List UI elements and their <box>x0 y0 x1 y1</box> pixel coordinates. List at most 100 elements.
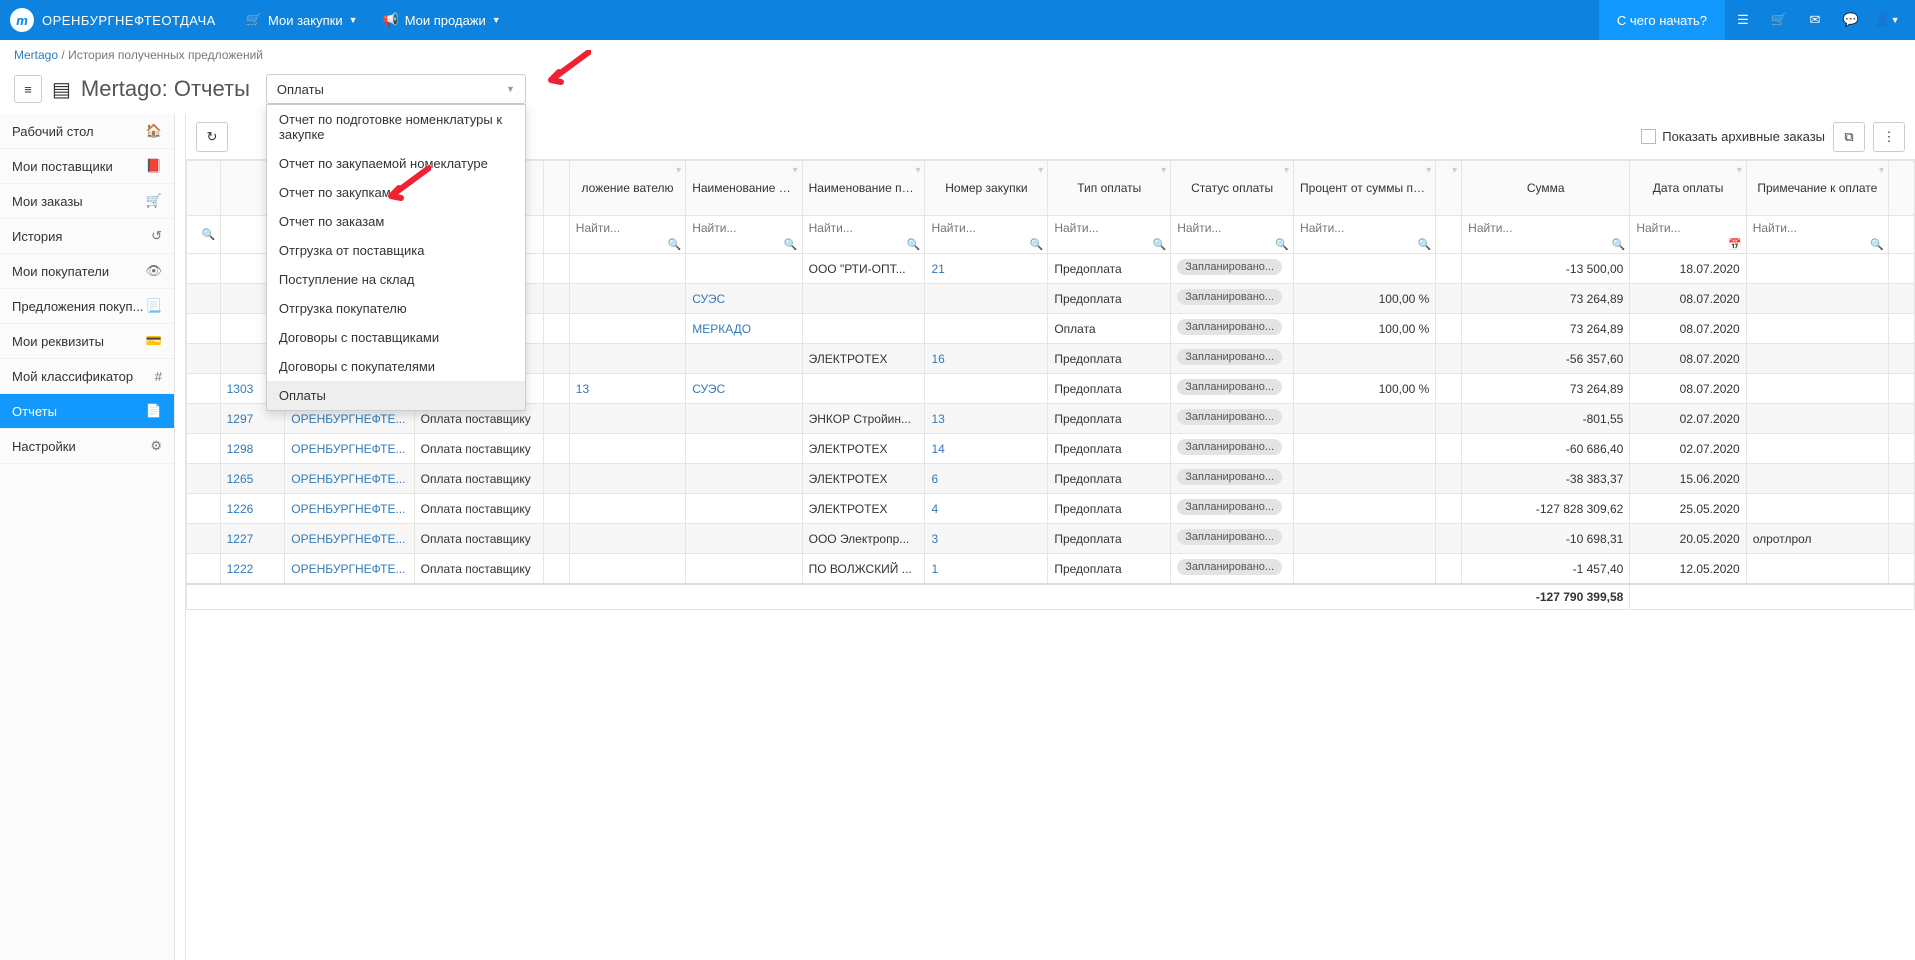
dropdown-item[interactable]: Отгрузка покупателю <box>267 294 525 323</box>
search-ptype[interactable] <box>1052 218 1166 238</box>
cell-link[interactable]: МЕРКАДО <box>692 322 751 336</box>
breadcrumb-home[interactable]: Mertago <box>14 48 58 62</box>
sidebar-item[interactable]: Настройки⚙ <box>0 429 174 464</box>
col-date[interactable]: Дата оплаты▾ <box>1630 161 1746 216</box>
col-buyername[interactable]: Наименование покупателя▾ <box>686 161 802 216</box>
dropdown-item[interactable]: Поступление на склад <box>267 265 525 294</box>
search-buyername[interactable] <box>690 218 797 238</box>
hamburger-button[interactable]: ≡ <box>14 75 42 103</box>
col-sum[interactable]: Сумма <box>1462 161 1630 216</box>
col-end[interactable] <box>1888 161 1914 216</box>
dropdown-item[interactable]: Отгрузка от поставщика <box>267 236 525 265</box>
cell-link[interactable]: ОРЕНБУРГНЕФТЕ... <box>291 502 405 516</box>
search-icon[interactable]: 🔍 <box>1275 238 1289 251</box>
search-status[interactable] <box>1175 218 1289 238</box>
cell-link[interactable]: 1 <box>931 562 938 576</box>
search-percent[interactable] <box>1298 218 1431 238</box>
search-sum[interactable] <box>1466 218 1625 238</box>
search-icon[interactable]: 🔍 <box>1870 238 1884 251</box>
sidebar-item[interactable]: Мои заказы🛒 <box>0 184 174 219</box>
sidebar-item[interactable]: Мои покупатели👁 <box>0 254 174 289</box>
search-icon[interactable]: 🔍 <box>1030 238 1044 251</box>
dropdown-item[interactable]: Отчет по закупкам <box>267 178 525 207</box>
dropdown-item[interactable]: Договоры с покупателями <box>267 352 525 381</box>
cell-link[interactable]: 1227 <box>227 532 254 546</box>
cart-icon[interactable]: 🛒 <box>1761 0 1797 40</box>
nav-sales[interactable]: 📢 Мои продажи ▼ <box>383 12 501 28</box>
search-icon[interactable]: 🔍 <box>784 238 798 251</box>
col-filter[interactable]: ▾ <box>1436 161 1462 216</box>
columns-button[interactable]: ⧉ <box>1833 122 1865 152</box>
calendar-icon[interactable]: 📅 <box>1728 238 1742 251</box>
dropdown-item[interactable]: Отчет по заказам <box>267 207 525 236</box>
list-icon[interactable]: ☰ <box>1725 0 1761 40</box>
cell-link[interactable]: ОРЕНБУРГНЕФТЕ... <box>291 412 405 426</box>
col-supp[interactable]: Наименование поставщика▾ <box>802 161 925 216</box>
cell-link[interactable]: ОРЕНБУРГНЕФТЕ... <box>291 472 405 486</box>
cell-link[interactable]: 13 <box>931 412 944 426</box>
col-prop[interactable]: ложение вателю▾ <box>569 161 685 216</box>
search-icon[interactable]: 🔍 <box>1612 238 1626 251</box>
cell-link[interactable]: 1222 <box>227 562 254 576</box>
cell-link[interactable]: 1298 <box>227 442 254 456</box>
table-row[interactable]: 1227ОРЕНБУРГНЕФТЕ...Оплата поставщикуООО… <box>187 524 1915 554</box>
table-row[interactable]: 1298ОРЕНБУРГНЕФТЕ...Оплата поставщикуЭЛЕ… <box>187 434 1915 464</box>
filter-icon[interactable]: ▾ <box>676 165 681 176</box>
cell-link[interactable]: ОРЕНБУРГНЕФТЕ... <box>291 442 405 456</box>
search-icon[interactable]: 🔍 <box>202 228 216 241</box>
search-icon[interactable]: 🔍 <box>1152 238 1166 251</box>
cell-link[interactable]: СУЭС <box>692 382 725 396</box>
cell-link[interactable]: 16 <box>931 352 944 366</box>
filter-icon[interactable]: ▾ <box>1879 165 1884 176</box>
refresh-button[interactable]: ↻ <box>196 122 228 152</box>
mail-icon[interactable]: ✉ <box>1797 0 1833 40</box>
filter-icon[interactable]: ▾ <box>1161 165 1166 176</box>
search-icon[interactable]: 🔍 <box>907 238 921 251</box>
col-nn[interactable] <box>543 161 569 216</box>
search-date[interactable] <box>1634 218 1741 238</box>
cell-link[interactable]: СУЭС <box>692 292 725 306</box>
cell-link[interactable]: 6 <box>931 472 938 486</box>
nav-purchases[interactable]: 🛒 Мои закупки ▼ <box>246 12 358 28</box>
sidebar-item[interactable]: Мои поставщики📕 <box>0 149 174 184</box>
cell-link[interactable]: 1226 <box>227 502 254 516</box>
start-button[interactable]: С чего начать? <box>1599 0 1725 40</box>
search-ord[interactable] <box>929 218 1043 238</box>
search-supp[interactable] <box>807 218 921 238</box>
cell-link[interactable]: 14 <box>931 442 944 456</box>
filter-icon[interactable]: ▾ <box>793 165 798 176</box>
sidebar-item[interactable]: Рабочий стол🏠 <box>0 114 174 149</box>
cell-link[interactable]: ОРЕНБУРГНЕФТЕ... <box>291 532 405 546</box>
dropdown-item[interactable]: Отчет по подготовке номенклатуры к закуп… <box>267 105 525 149</box>
filter-icon[interactable]: ▾ <box>1737 165 1742 176</box>
chat-icon[interactable]: 💬 <box>1833 0 1869 40</box>
filter-icon[interactable]: ▾ <box>915 165 920 176</box>
dropdown-item[interactable]: Отчет по закупаемой номеклатуре <box>267 149 525 178</box>
table-row[interactable]: 1222ОРЕНБУРГНЕФТЕ...Оплата поставщикуПО … <box>187 554 1915 585</box>
sidebar-item[interactable]: Мой классификатор# <box>0 359 174 394</box>
report-select[interactable]: Оплаты ▼ <box>266 74 526 104</box>
cell-link[interactable]: 21 <box>931 262 944 276</box>
archive-checkbox[interactable]: Показать архивные заказы <box>1641 129 1825 144</box>
search-note[interactable] <box>1751 218 1884 238</box>
table-row[interactable]: 1265ОРЕНБУРГНЕФТЕ...Оплата поставщикуЭЛЕ… <box>187 464 1915 494</box>
filter-icon[interactable]: ▾ <box>1284 165 1289 176</box>
cell-link[interactable]: 1297 <box>227 412 254 426</box>
col-ptype[interactable]: Тип оплаты▾ <box>1048 161 1171 216</box>
search-icon[interactable]: 🔍 <box>668 238 682 251</box>
sidebar-item[interactable]: Предложения покуп...📃 <box>0 289 174 324</box>
table-row[interactable]: 1226ОРЕНБУРГНЕФТЕ...Оплата поставщикуЭЛЕ… <box>187 494 1915 524</box>
user-menu[interactable]: 👤 ▼ <box>1869 0 1905 40</box>
col-ord[interactable]: Номер закупки▾ <box>925 161 1048 216</box>
cell-link[interactable]: 13 <box>576 382 589 396</box>
sidebar-item[interactable]: История↺ <box>0 219 174 254</box>
dropdown-item[interactable]: Договоры с поставщиками <box>267 323 525 352</box>
filter-icon[interactable]: ▾ <box>1452 165 1457 176</box>
more-button[interactable]: ⋮ <box>1873 122 1905 152</box>
cell-link[interactable]: 1303 <box>227 382 254 396</box>
cell-link[interactable]: 4 <box>931 502 938 516</box>
filter-icon[interactable]: ▾ <box>1038 165 1043 176</box>
sidebar-item[interactable]: Мои реквизиты💳 <box>0 324 174 359</box>
sidebar-item[interactable]: Отчеты📄 <box>0 394 174 429</box>
col-status[interactable]: Статус оплаты▾ <box>1171 161 1294 216</box>
